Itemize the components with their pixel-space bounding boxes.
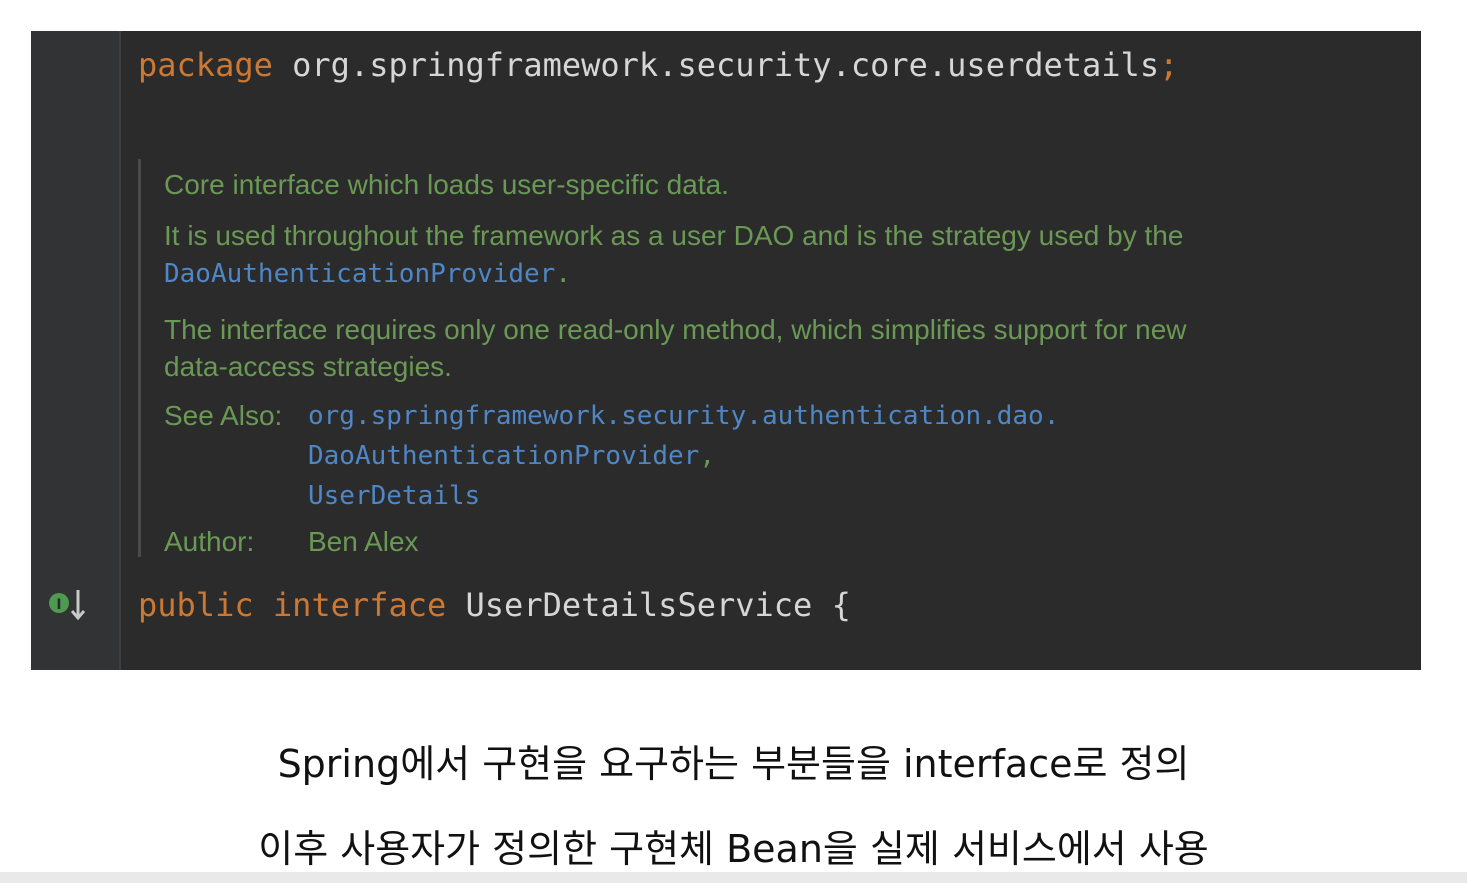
doc-comment-bar [138, 159, 141, 557]
package-line: package org.springframework.security.cor… [138, 45, 1178, 85]
code-editor: package org.springframework.security.cor… [31, 31, 1421, 670]
subtitle-line-2: 이후 사용자가 정의한 구현체 Bean을 실제 서비스에서 사용 [258, 827, 1209, 871]
gutter-divider [119, 31, 121, 670]
editor-gutter [31, 31, 119, 670]
interface-keyword: interface [272, 586, 447, 624]
implemented-interface-icon[interactable]: I [47, 587, 89, 623]
see-also-label: See Also: [164, 400, 283, 431]
author-value: Ben Alex [308, 526, 419, 557]
interface-declaration-line: public interface UserDetailsService { [138, 585, 851, 625]
open-brace: { [831, 586, 851, 624]
see-also-link-1[interactable]: org.springframework.security.authenticat… [308, 398, 1059, 434]
doc-line-3: DaoAuthenticationProvider. [164, 256, 571, 292]
doc-line-1: Core interface which loads user-specific… [164, 169, 729, 200]
author-label: Author: [164, 526, 255, 557]
package-semicolon: ; [1159, 46, 1179, 84]
doc-line-3-punct: . [555, 259, 571, 289]
interface-name: UserDetailsService [465, 586, 813, 624]
interface-icon-letter: I [56, 597, 61, 613]
package-name: org.springframework.security.core.userde… [292, 46, 1160, 84]
doc-line-5: data-access strategies. [164, 351, 452, 382]
see-also-line-2: DaoAuthenticationProvider, [308, 438, 715, 474]
public-keyword: public [138, 586, 254, 624]
package-keyword: package [138, 46, 273, 84]
doc-line-2: It is used throughout the framework as a… [164, 220, 1184, 251]
bottom-strip [0, 872, 1467, 883]
see-also-link-3[interactable]: UserDetails [308, 478, 480, 514]
see-also-link-2-punct: , [699, 441, 715, 471]
dao-auth-provider-link[interactable]: DaoAuthenticationProvider [164, 259, 555, 289]
see-also-link-2[interactable]: DaoAuthenticationProvider [308, 441, 699, 471]
doc-line-4: The interface requires only one read-onl… [164, 314, 1187, 345]
subtitle-line-1: Spring에서 구현을 요구하는 부분들을 interface로 정의 [277, 742, 1190, 786]
